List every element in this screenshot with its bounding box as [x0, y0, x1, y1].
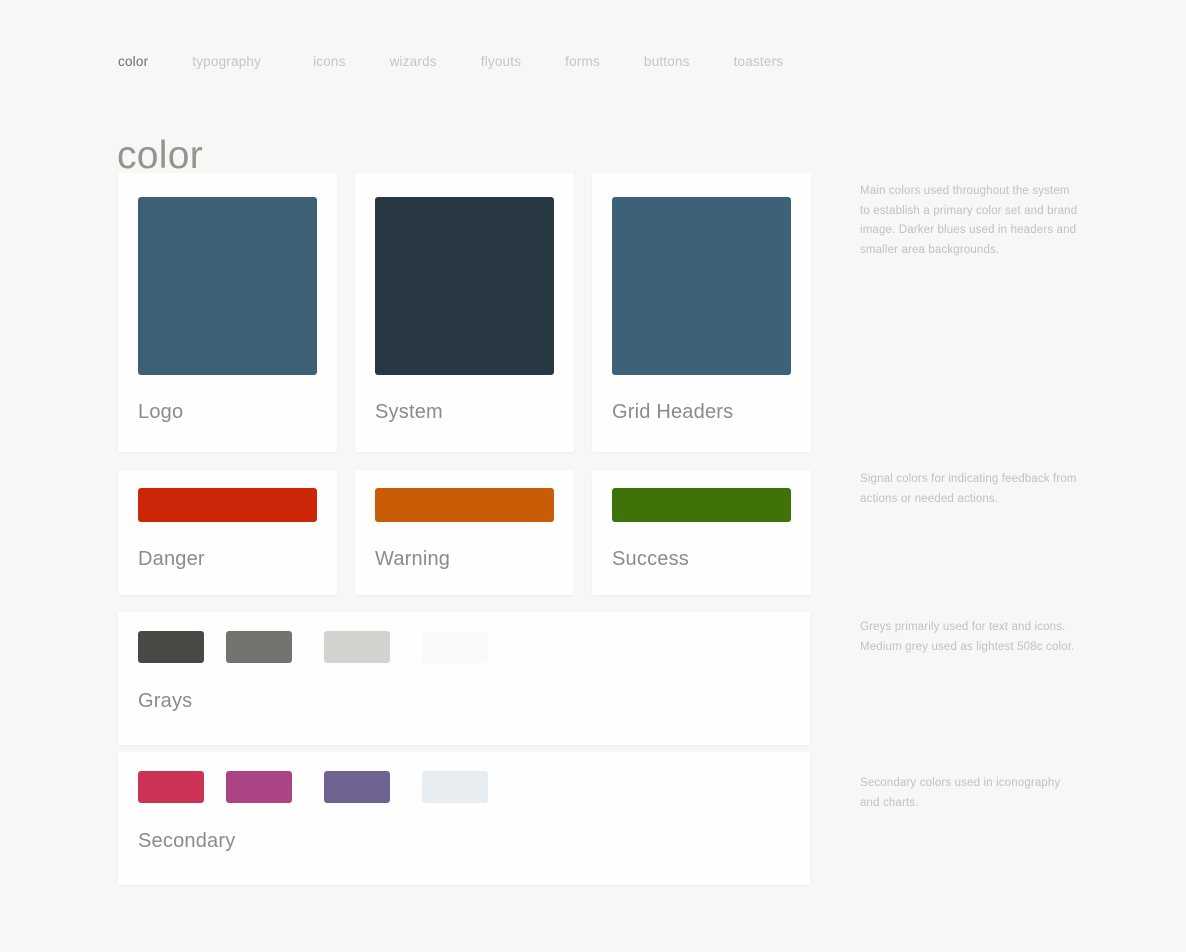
color-card-label: System [375, 401, 443, 423]
color-swatch-gray-darkest [138, 631, 204, 663]
color-card-label: Grid Headers [612, 401, 734, 423]
color-card-warning: Warning [355, 470, 574, 595]
color-swatch-gray-medium [226, 631, 292, 663]
color-card-label: Logo [138, 401, 184, 423]
nav-item-color[interactable]: color [118, 54, 148, 69]
color-swatch-gray-lightest [422, 631, 488, 663]
color-swatch-secondary-magenta [226, 771, 292, 803]
color-swatch-secondary-pale-blue [422, 771, 488, 803]
nav-item-buttons[interactable]: buttons [644, 54, 690, 69]
color-card-logo: Logo [118, 173, 337, 452]
section-description-secondary: Secondary colors used in iconography and… [860, 777, 1061, 809]
color-swatch-gray-light [324, 631, 390, 663]
color-swatch-logo [138, 197, 317, 375]
color-card-label: Danger [138, 548, 205, 570]
nav-item-typography[interactable]: typography [192, 54, 261, 69]
nav-item-wizards[interactable]: wizards [390, 54, 437, 69]
color-swatch-success [612, 488, 791, 522]
section-description-primary: Main colors used throughout the system t… [860, 185, 1078, 256]
section-description-grays: Greys primarily used for text and icons.… [860, 621, 1075, 653]
nav-item-toasters[interactable]: toasters [734, 54, 784, 69]
color-card-label: Secondary [138, 830, 236, 852]
color-card-grays: Grays [118, 612, 810, 745]
color-card-grid-headers: Grid Headers [592, 173, 811, 452]
section-nav: color typography icons wizards flyouts f… [118, 54, 783, 69]
color-swatch-system [375, 197, 554, 375]
color-card-label: Warning [375, 548, 451, 570]
nav-item-icons[interactable]: icons [313, 54, 346, 69]
color-card-label: Success [612, 548, 689, 570]
color-card-system: System [355, 173, 574, 452]
color-card-label: Grays [138, 690, 193, 712]
nav-item-forms[interactable]: forms [565, 54, 600, 69]
color-swatch-grid-headers [612, 197, 791, 375]
color-swatch-secondary-purple [324, 771, 390, 803]
color-swatch-danger [138, 488, 317, 522]
color-card-success: Success [592, 470, 811, 595]
style-guide-page: color typography icons wizards flyouts f… [0, 0, 1186, 952]
nav-item-flyouts[interactable]: flyouts [481, 54, 521, 69]
color-swatch-secondary-pink [138, 771, 204, 803]
section-description-signal: Signal colors for indicating feedback fr… [860, 473, 1077, 505]
color-swatch-warning [375, 488, 554, 522]
color-card-secondary: Secondary [118, 752, 810, 885]
page-title: color [117, 134, 204, 178]
color-card-danger: Danger [118, 470, 337, 595]
